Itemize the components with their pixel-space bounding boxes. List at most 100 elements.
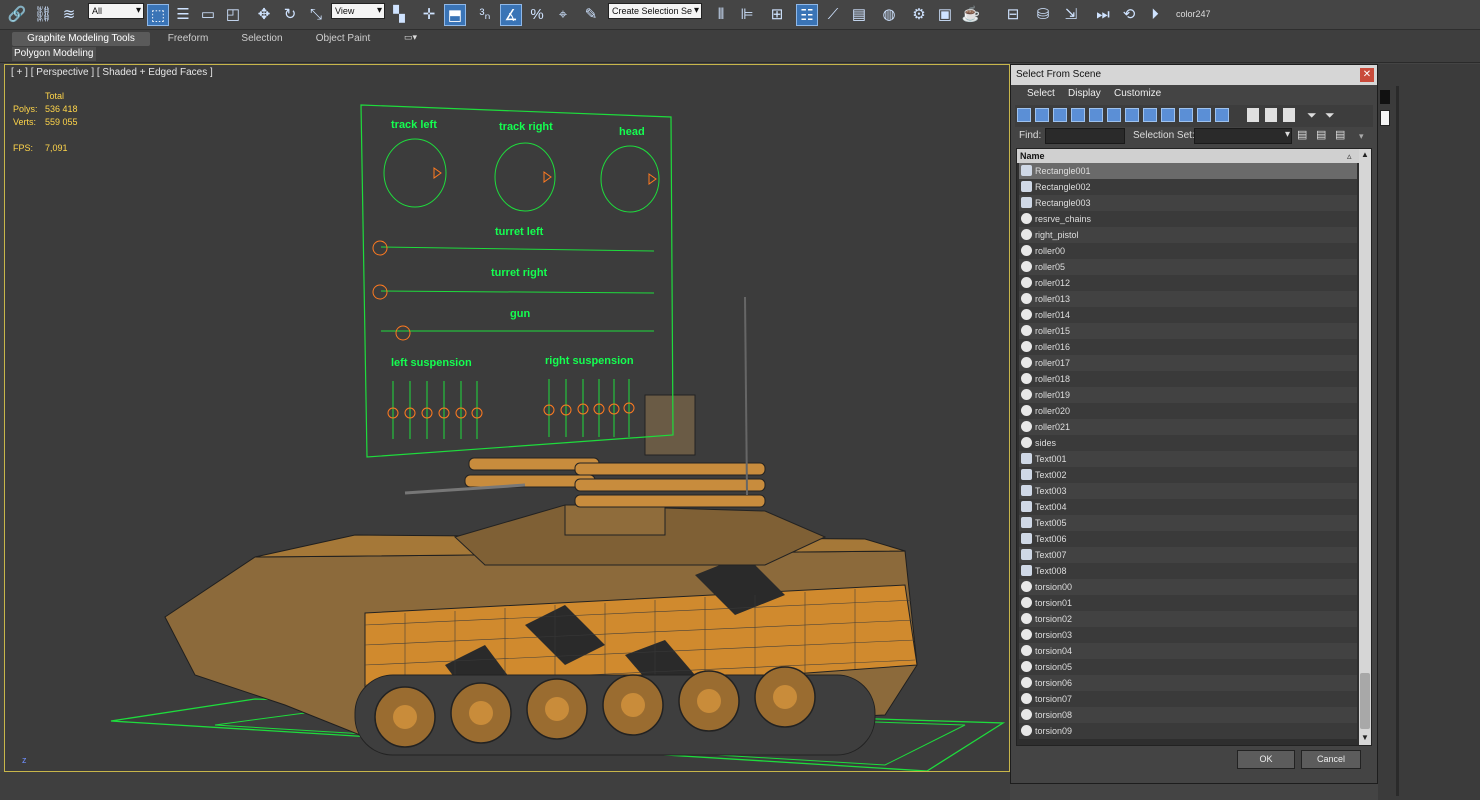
ribbon-options-icon[interactable]: ▭▾ xyxy=(404,32,424,45)
vertical-scrollbar[interactable]: ▲ ▼ xyxy=(1359,149,1371,745)
select-invert-icon[interactable] xyxy=(1283,108,1295,122)
list-item[interactable]: roller015 xyxy=(1019,323,1357,339)
align-icon[interactable]: ⊫ xyxy=(736,4,758,26)
massfx-toolbar-icon[interactable]: ⇲ xyxy=(1060,4,1082,26)
selection-set-select[interactable]: ▾ xyxy=(1194,128,1292,144)
list-item[interactable]: torsion01 xyxy=(1019,595,1357,611)
list-item[interactable]: Text005 xyxy=(1019,515,1357,531)
find-input[interactable] xyxy=(1045,128,1125,144)
list-item[interactable]: torsion04 xyxy=(1019,643,1357,659)
list-item[interactable]: Text001 xyxy=(1019,451,1357,467)
list-item[interactable]: torsion03 xyxy=(1019,627,1357,643)
toolbar-expand-icon[interactable]: ▾ xyxy=(1359,131,1369,143)
list-item[interactable]: roller016 xyxy=(1019,339,1357,355)
display-hidden-icon[interactable] xyxy=(1215,108,1229,122)
list-item[interactable]: roller013 xyxy=(1019,291,1357,307)
list-item[interactable]: roller017 xyxy=(1019,355,1357,371)
list-item[interactable]: roller05 xyxy=(1019,259,1357,275)
display-cameras-icon[interactable] xyxy=(1071,108,1085,122)
simulation-reset-icon[interactable]: ⟲ xyxy=(1118,4,1140,26)
selection-set-select-icon[interactable]: ▤ xyxy=(1335,128,1349,144)
curve-editor-icon[interactable]: ⟋ xyxy=(822,4,844,26)
window-crossing-icon[interactable]: ◰ xyxy=(222,4,244,26)
cloth-icon[interactable]: ⊟ xyxy=(1002,4,1024,26)
select-by-name-icon[interactable]: ☰ xyxy=(172,4,194,26)
simulation-step-icon[interactable]: ⏵ xyxy=(1144,4,1166,26)
display-groups-icon[interactable] xyxy=(1125,108,1139,122)
close-icon[interactable]: ✕ xyxy=(1360,68,1374,82)
list-item[interactable]: Text004 xyxy=(1019,499,1357,515)
list-item[interactable]: torsion09 xyxy=(1019,723,1357,739)
list-item[interactable]: torsion00 xyxy=(1019,579,1357,595)
display-xrefs-icon[interactable] xyxy=(1143,108,1157,122)
select-object-icon[interactable]: ⬚ xyxy=(147,4,169,26)
rendered-frame-window-icon[interactable]: ▣ xyxy=(934,4,956,26)
display-spacewarps-icon[interactable] xyxy=(1107,108,1121,122)
display-helpers-icon[interactable] xyxy=(1089,108,1103,122)
color-swatch[interactable] xyxy=(1380,90,1390,104)
selection-filter-select[interactable]: All xyxy=(88,3,144,19)
display-geometry-icon[interactable] xyxy=(1017,108,1031,122)
percent-snap-icon[interactable]: % xyxy=(526,4,548,26)
list-item[interactable]: right_pistol xyxy=(1019,227,1357,243)
list-item[interactable]: sides xyxy=(1019,435,1357,451)
named-selection-set-select[interactable]: Create Selection Se xyxy=(608,3,702,19)
rect-selection-region-icon[interactable]: ▭ xyxy=(197,4,219,26)
list-item[interactable]: Text006 xyxy=(1019,531,1357,547)
selection-set-remove-icon[interactable]: ▤ xyxy=(1316,128,1330,144)
bind-spacewarp-icon[interactable]: ≋ xyxy=(58,4,80,26)
list-item[interactable]: Rectangle002 xyxy=(1019,179,1357,195)
spinner-snap-icon[interactable]: ⌖ xyxy=(552,4,574,26)
mirror-icon[interactable]: ⫴ xyxy=(710,4,732,26)
display-containers-icon[interactable] xyxy=(1179,108,1193,122)
list-item[interactable]: torsion07 xyxy=(1019,691,1357,707)
list-item[interactable]: Text007 xyxy=(1019,547,1357,563)
menu-customize[interactable]: Customize xyxy=(1114,88,1161,99)
layer-manager-icon[interactable]: ☷ xyxy=(796,4,818,26)
scene-explorer-icon[interactable]: ⊞ xyxy=(766,4,788,26)
selection-set-add-icon[interactable]: ▤ xyxy=(1297,128,1311,144)
display-shapes-icon[interactable] xyxy=(1035,108,1049,122)
edit-named-selection-icon[interactable]: ✎ xyxy=(580,4,602,26)
filter-icon[interactable]: ⏷ xyxy=(1307,108,1321,122)
list-item[interactable]: roller021 xyxy=(1019,419,1357,435)
link-icon[interactable]: 🔗 xyxy=(6,4,28,26)
list-item[interactable]: Rectangle003 xyxy=(1019,195,1357,211)
list-item[interactable]: torsion06 xyxy=(1019,675,1357,691)
rotate-icon[interactable]: ↻ xyxy=(279,4,301,26)
render-production-icon[interactable]: ☕ xyxy=(960,4,982,26)
pivot-center-icon[interactable]: ▚ xyxy=(388,4,410,26)
list-item[interactable]: roller020 xyxy=(1019,403,1357,419)
polygon-modeling-panel[interactable]: Polygon Modeling xyxy=(12,47,96,61)
panel-dropdown[interactable] xyxy=(1380,110,1390,126)
list-item[interactable]: Rectangle001 xyxy=(1019,163,1357,179)
list-item[interactable]: roller014 xyxy=(1019,307,1357,323)
list-item[interactable]: roller00 xyxy=(1019,243,1357,259)
ok-button[interactable]: OK xyxy=(1237,750,1295,769)
select-all-icon[interactable] xyxy=(1247,108,1259,122)
snaps-toggle-icon[interactable]: ³ₙ xyxy=(474,4,496,26)
unlink-icon[interactable]: ⛓ xyxy=(32,4,54,26)
list-item[interactable]: torsion08 xyxy=(1019,707,1357,723)
scroll-up-icon[interactable]: ▲ xyxy=(1360,150,1370,160)
scroll-down-icon[interactable]: ▼ xyxy=(1360,733,1370,743)
move-icon[interactable]: ✥ xyxy=(253,4,275,26)
list-item[interactable]: torsion05 xyxy=(1019,659,1357,675)
list-item[interactable]: roller012 xyxy=(1019,275,1357,291)
display-lights-icon[interactable] xyxy=(1053,108,1067,122)
name-column-header[interactable]: Name xyxy=(1017,149,1359,163)
reference-coordinate-select[interactable]: View xyxy=(331,3,385,19)
simulation-start-icon[interactable]: ⏭ xyxy=(1092,4,1114,26)
list-item[interactable]: Text002 xyxy=(1019,467,1357,483)
scale-icon[interactable]: ⤡ xyxy=(305,4,327,26)
list-item[interactable]: torsion02 xyxy=(1019,611,1357,627)
list-item[interactable]: Text003 xyxy=(1019,483,1357,499)
list-item[interactable]: roller018 xyxy=(1019,371,1357,387)
filter-options-icon[interactable]: ⏷ xyxy=(1325,108,1339,122)
select-none-icon[interactable] xyxy=(1265,108,1277,122)
tab-object-paint[interactable]: Object Paint xyxy=(310,32,376,46)
display-bones-icon[interactable] xyxy=(1161,108,1175,122)
list-item[interactable]: roller019 xyxy=(1019,387,1357,403)
material-editor-icon[interactable]: ◍ xyxy=(878,4,900,26)
select-manipulate-icon[interactable]: ✛ xyxy=(418,4,440,26)
